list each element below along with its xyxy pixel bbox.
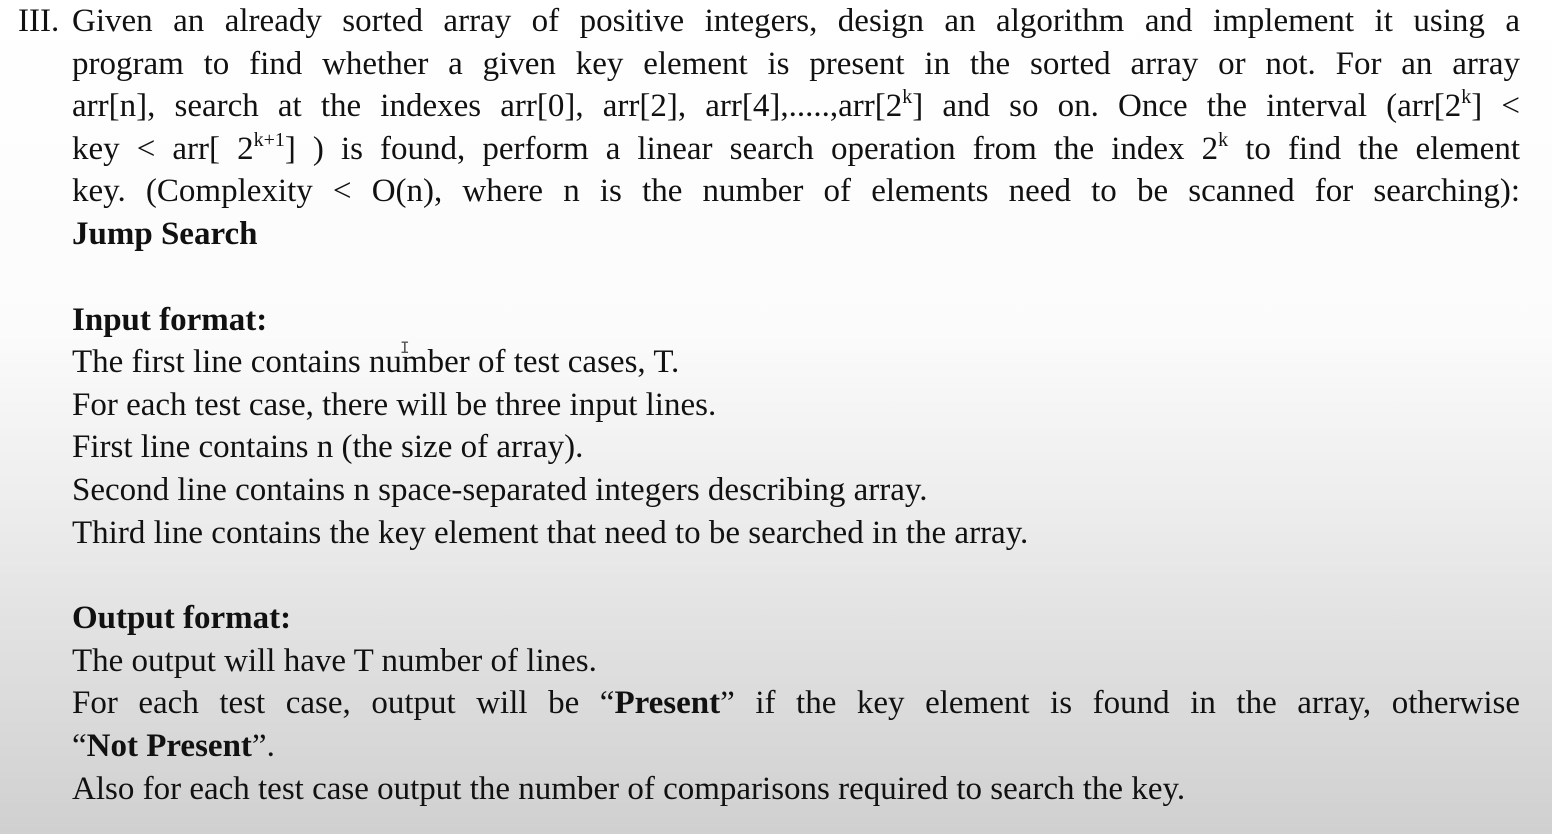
text-line: III. Given an already sorted array of pos… (18, 0, 1520, 43)
text-line: program to find whether a given key elem… (72, 43, 1520, 86)
text-segment: The first line contains number of test c… (72, 344, 680, 381)
text-line: For each test case, there will be three … (72, 384, 1520, 427)
superscript: k (1218, 128, 1229, 151)
text-line: First line contains n (the size of array… (72, 426, 1520, 469)
question-document: III. Given an already sorted array of pos… (18, 0, 1520, 810)
text-segment: “ (72, 727, 87, 764)
text-line: Output format: (72, 597, 1520, 640)
bold-text: Jump Search (72, 215, 258, 252)
text-segment: arr[n], search at the indexes arr[0], ar… (72, 88, 903, 125)
text-line: key. (Complexity < O(n), where n is the … (72, 170, 1520, 213)
text-segment: ] ) is found, perform a linear search op… (284, 130, 1219, 167)
text-segment: Also for each test case output the numbe… (72, 770, 1186, 807)
text-segment: Given an already sorted array of positiv… (72, 3, 1520, 39)
section-problem-statement: III. Given an already sorted array of pos… (18, 0, 1520, 256)
section-output-format: Output format: The output will have T num… (72, 597, 1520, 810)
bold-text: Not Present (86, 727, 252, 764)
text-segment: Second line contains n space-separated i… (72, 471, 928, 508)
text-segment: For each test case, there will be three … (72, 386, 717, 423)
text-segment: program to find whether a given key elem… (72, 45, 1520, 82)
text-line: arr[n], search at the indexes arr[0], ar… (72, 85, 1520, 128)
text-segment: The output will have T number of lines. (72, 642, 597, 679)
text-line: The output will have T number of lines. (72, 640, 1520, 683)
text-segment: First line contains n (the size of array… (72, 429, 584, 466)
bold-text: Present (614, 685, 721, 722)
text-cursor-icon: I (400, 338, 410, 357)
text-line: key < arr[ 2k+1] ) is found, perform a l… (72, 128, 1520, 171)
text-segment: ”. (251, 727, 275, 764)
bold-text: Output format: (72, 600, 292, 637)
text-line: Second line contains n space-separated i… (72, 469, 1520, 512)
text-segment: key. (Complexity < O(n), where n is the … (72, 173, 1520, 210)
text-segment: Third line contains the key element that… (72, 514, 1029, 551)
text-line: For each test case, output will be “Pres… (72, 682, 1520, 725)
text-segment: ” if the key element is found in the arr… (720, 685, 1520, 722)
text-line: Input format: (72, 299, 1520, 342)
text-line: Also for each test case output the numbe… (72, 768, 1520, 811)
text-segment: For each test case, output will be “ (72, 685, 615, 722)
text-line: Jump Search (72, 213, 1520, 256)
text-line: Third line contains the key element that… (72, 512, 1520, 555)
text-segment: to find the element (1228, 130, 1521, 167)
bold-text: Input format: (72, 301, 268, 338)
question-number: III. (18, 3, 60, 39)
superscript: k (902, 86, 913, 109)
text-segment: ] < (1471, 88, 1521, 125)
section-input-format: Input format: The first line contains num… (72, 299, 1520, 555)
text-segment: ] and so on. Once the interval (arr[2 (912, 88, 1462, 125)
text-line: “Not Present”. (72, 725, 1520, 768)
superscript: k+1 (253, 128, 285, 151)
superscript: k (1461, 86, 1472, 109)
text-line: The first line contains number of test c… (72, 341, 1520, 384)
text-segment: key < arr[ 2 (72, 130, 254, 167)
